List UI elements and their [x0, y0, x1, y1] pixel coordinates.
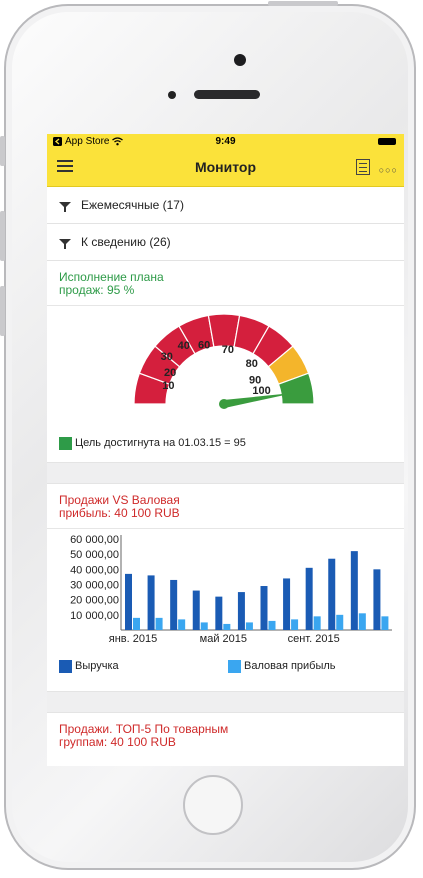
app-screen: App Store 9:49 Монитор ○○○ Ежемесячные (…: [47, 134, 404, 766]
gauge-tick-label: 100: [252, 385, 270, 397]
gauge-tick-label: 10: [162, 380, 174, 392]
sales-legend: Выручка Валовая прибыль: [47, 653, 404, 679]
gauge-legend-label: Цель достигнута на 01.03.15 = 95: [75, 437, 246, 449]
gauge-tick-label: 40: [178, 340, 190, 352]
bar-revenue: [373, 569, 381, 630]
legend-swatch-revenue: [59, 659, 72, 673]
gauge-legend: Цель достигнута на 01.03.15 = 95: [47, 430, 404, 456]
bar-gross-profit: [200, 622, 208, 630]
bar-revenue: [283, 578, 291, 630]
page-title: Монитор: [194, 159, 257, 175]
bar-gross-profit: [381, 616, 389, 630]
gauge-card-title: Исполнение плана продаж: 95 %: [59, 270, 164, 297]
bar-revenue: [350, 551, 358, 630]
status-bar: App Store 9:49: [47, 134, 404, 148]
gauge-tick-label: 20: [164, 367, 176, 379]
section-gap: [47, 462, 404, 484]
gauge-tick-label: 60: [198, 339, 210, 351]
navigation-bar: Монитор ○○○: [47, 148, 404, 187]
y-tick-label: 10 000,00: [70, 610, 119, 622]
back-to-app[interactable]: App Store: [53, 135, 124, 147]
filter-label: Ежемесячные (17): [81, 198, 184, 212]
bar-gross-profit: [223, 623, 231, 630]
filter-info[interactable]: К сведению (26): [47, 224, 404, 261]
bar-revenue: [125, 573, 132, 630]
volume-down-button: [0, 286, 5, 336]
filter-icon: [59, 239, 71, 249]
back-arrow-icon: [53, 136, 62, 146]
gauge-tick-label: 80: [246, 358, 258, 370]
gauge-card[interactable]: Исполнение плана продаж: 95 % 10 20 30 40 60…: [47, 261, 404, 456]
mute-switch: [0, 136, 5, 166]
legend-label-revenue: Выручка: [75, 660, 119, 672]
gauge-legend-swatch: [59, 436, 72, 450]
x-tick-label: янв. 2015: [109, 633, 157, 645]
sales-card[interactable]: Продажи VS Валовая прибыль: 40 100 RUB 6…: [47, 484, 404, 679]
x-tick-label: май 2015: [200, 633, 247, 645]
document-icon[interactable]: [356, 159, 370, 175]
legend-label-gross-profit: Валовая прибыль: [244, 660, 336, 672]
y-tick-label: 20 000,00: [70, 595, 119, 607]
top5-card[interactable]: Продажи. ТОП-5 По товарным группам: 40 1…: [47, 713, 404, 753]
y-tick-label: 60 000,00: [70, 534, 119, 546]
bar-revenue: [260, 586, 268, 630]
bar-revenue: [215, 596, 223, 630]
x-tick-label: сент. 2015: [288, 633, 340, 645]
gauge-tick-label: 30: [161, 351, 173, 363]
bar-gross-profit: [268, 620, 276, 630]
gauge-svg: 10203040 60 708090100: [133, 313, 315, 409]
battery-icon: [378, 138, 396, 145]
top5-card-title: Продажи. ТОП-5 По товарным группам: 40 1…: [59, 722, 229, 749]
gauge-tick-label: 70: [222, 344, 234, 356]
bar-revenue: [192, 590, 200, 630]
legend-swatch-gross-profit: [228, 659, 241, 673]
filter-icon: [59, 202, 71, 212]
bar-gross-profit: [133, 617, 140, 630]
back-app-label: App Store: [65, 135, 110, 147]
more-icon[interactable]: ○○○: [379, 165, 398, 175]
proximity-sensor: [168, 91, 176, 99]
bar-gross-profit: [155, 617, 163, 630]
filter-monthly[interactable]: Ежемесячные (17): [47, 187, 404, 224]
filter-label: К сведению (26): [81, 235, 171, 249]
bar-gross-profit: [358, 613, 366, 630]
bar-gross-profit: [336, 614, 344, 630]
bar-gross-profit: [291, 619, 299, 630]
menu-icon[interactable]: [57, 160, 73, 172]
bar-gross-profit: [178, 619, 186, 630]
home-button[interactable]: [183, 775, 243, 835]
wifi-icon: [112, 136, 124, 145]
bar-revenue: [170, 579, 178, 630]
bar-revenue: [237, 592, 245, 630]
sales-bar-chart: 60 000,00 50 000,00 40 000,00 30 000,00 20 0…: [70, 534, 392, 645]
gauge-needle-hub: [219, 399, 229, 409]
front-camera: [234, 54, 246, 66]
sales-card-title: Продажи VS Валовая прибыль: 40 100 RUB: [59, 493, 180, 520]
sales-chart: 60 000,00 50 000,00 40 000,00 30 000,00 20 0…: [47, 529, 404, 653]
y-tick-label: 40 000,00: [70, 564, 119, 576]
bar-revenue: [328, 558, 336, 630]
volume-up-button: [0, 211, 5, 261]
bar-gross-profit: [245, 622, 253, 630]
section-gap: [47, 691, 404, 713]
bar-gross-profit: [313, 616, 321, 630]
y-tick-label: 50 000,00: [70, 549, 119, 561]
power-button: [268, 1, 338, 6]
earpiece-speaker: [194, 90, 260, 99]
bar-revenue: [305, 567, 313, 630]
gauge-chart: 10 20 30 40 60 70 80 90 100: [47, 306, 404, 430]
y-tick-label: 30 000,00: [70, 580, 119, 592]
bar-revenue: [147, 575, 155, 630]
